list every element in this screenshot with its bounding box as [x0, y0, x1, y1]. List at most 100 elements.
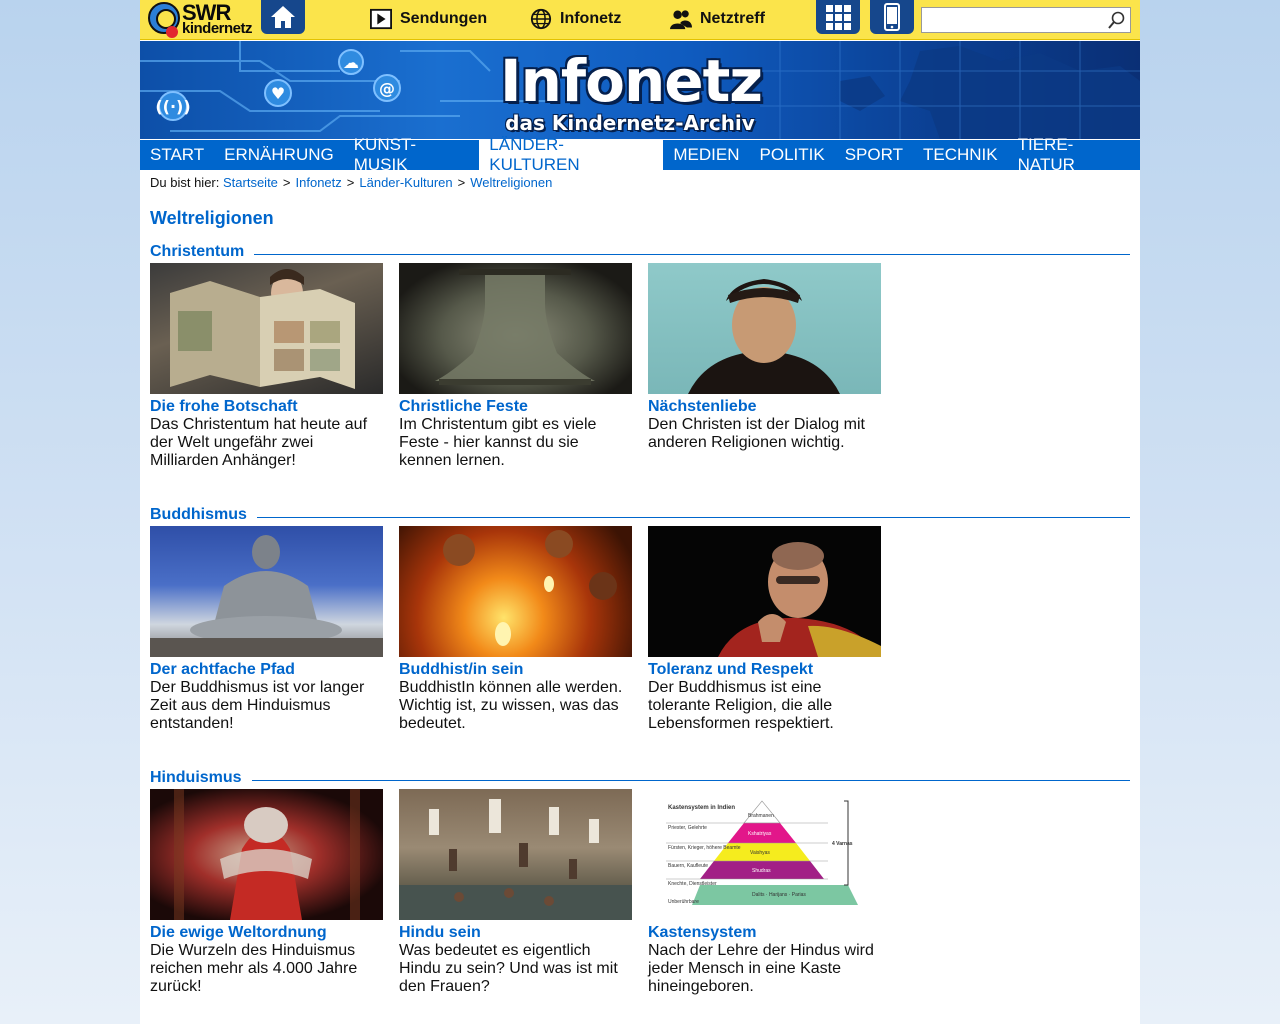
- category-politik[interactable]: POLITIK: [750, 140, 835, 170]
- category-tiere-natur[interactable]: TIERE-NATUR: [1008, 135, 1140, 174]
- card-title[interactable]: Toleranz und Respekt: [648, 661, 881, 679]
- nav-infonetz[interactable]: Infonetz: [530, 6, 621, 32]
- breadcrumb-startseite[interactable]: Startseite: [223, 175, 278, 190]
- card-buddhist-in-sein[interactable]: Buddhist/in sein BuddhistIn können alle …: [399, 526, 632, 733]
- caste-left-label: Bauern, Kaufleute: [668, 863, 709, 869]
- card-toleranz-und-respekt[interactable]: Toleranz und Respekt Der Buddhismus ist …: [648, 526, 881, 733]
- card-description: Im Christentum gibt es viele Feste - hie…: [399, 416, 597, 469]
- card-description: Nach der Lehre der Hindus wird jeder Men…: [648, 942, 874, 995]
- section-header: Christentum: [150, 243, 1130, 263]
- apps-grid-button[interactable]: [816, 0, 860, 34]
- section-title: Christentum: [150, 243, 255, 261]
- caste-left-label: Fürsten, Krieger, höhere Beamte: [668, 845, 741, 851]
- section-title: Buddhismus: [150, 506, 257, 524]
- category-medien[interactable]: MEDIEN: [663, 140, 749, 170]
- card-christliche-feste[interactable]: Christliche Feste Im Christentum gibt es…: [399, 263, 632, 470]
- thumbnail-hindu-deity[interactable]: [150, 789, 383, 920]
- thumbnail-bell[interactable]: [399, 263, 632, 394]
- card-row: Die ewige Weltordnung Die Wurzeln des Hi…: [150, 789, 897, 996]
- thumbnail-ganges-bathers[interactable]: [399, 789, 632, 920]
- mobile-button[interactable]: [870, 0, 914, 34]
- card-die-ewige-weltordnung[interactable]: Die ewige Weltordnung Die Wurzeln des Hi…: [150, 789, 383, 996]
- smartphone-icon: [884, 3, 900, 31]
- swr-kindernetz-logo[interactable]: SWR kindernetz: [146, 0, 254, 40]
- card-description: BuddhistIn können alle werden. Wichtig i…: [399, 679, 623, 732]
- card-title[interactable]: Der achtfache Pfad: [150, 661, 383, 679]
- wireless-icon: ((·)): [155, 91, 191, 121]
- card-title[interactable]: Hindu sein: [399, 924, 632, 942]
- thumbnail-caste-pyramid[interactable]: Kastensystem in Indien Priester, Gelehrt…: [648, 789, 881, 920]
- at-sign-icon: @: [373, 74, 401, 102]
- thumbnail-bible[interactable]: [150, 263, 383, 394]
- banner-title: Infonetz: [500, 47, 763, 115]
- section-divider: [150, 254, 1130, 255]
- card-naechstenliebe[interactable]: Nächstenliebe Den Christen ist der Dialo…: [648, 263, 881, 470]
- section-christentum: Christentum Die frohe Botschaft Das Chri…: [150, 243, 1130, 469]
- thumbnail-buddha-statue[interactable]: [150, 526, 383, 657]
- card-description: Das Christentum hat heute auf der Welt u…: [150, 416, 368, 469]
- section-title: Hinduismus: [150, 769, 252, 787]
- category-laender-kulturen[interactable]: LÄNDER-KULTUREN: [479, 135, 664, 174]
- caste-left-label: Knechte, Dienstleister: [668, 881, 717, 887]
- nav-sendungen-label: Sendungen: [400, 10, 488, 27]
- card-title[interactable]: Die frohe Botschaft: [150, 398, 383, 416]
- card-description: Der Buddhismus ist vor langer Zeit aus d…: [150, 679, 365, 732]
- page-title: Weltreligionen: [150, 208, 274, 228]
- section-header: Hinduismus: [150, 769, 1130, 789]
- card-description: Den Christen ist der Dialog mit anderen …: [648, 416, 865, 451]
- thumbnail-luther-portrait[interactable]: [648, 263, 881, 394]
- card-row: Der achtfache Pfad Der Buddhismus ist vo…: [150, 526, 897, 733]
- home-button[interactable]: [261, 0, 305, 34]
- category-technik[interactable]: TECHNIK: [913, 140, 1008, 170]
- category-sport[interactable]: SPORT: [835, 140, 913, 170]
- breadcrumb-weltreligionen[interactable]: Weltreligionen: [470, 175, 552, 190]
- caste-right-label: Vaishyas: [750, 850, 770, 856]
- breadcrumb-separator: >: [457, 175, 466, 190]
- card-title[interactable]: Christliche Feste: [399, 398, 632, 416]
- thumbnail-monks-candles[interactable]: [399, 526, 632, 657]
- breadcrumb: Du bist hier: Startseite > Infonetz > Länder…: [150, 175, 552, 190]
- people-icon: [670, 8, 692, 30]
- card-title[interactable]: Die ewige Weltordnung: [150, 924, 383, 942]
- banner-subtitle: das Kindernetz-Archiv: [505, 111, 755, 135]
- category-nav: START ERNÄHRUNG KUNST-MUSIK LÄNDER-KULTU…: [140, 135, 1140, 174]
- card-hindu-sein[interactable]: Hindu sein Was bedeutet es eigentlich Hi…: [399, 789, 632, 996]
- section-buddhismus: Buddhismus Der achtfache Pfad Der Buddhi…: [150, 506, 1130, 732]
- category-start[interactable]: START: [140, 140, 214, 170]
- caste-right-label: Dalits · Harijans · Parias: [752, 892, 806, 898]
- globe-icon: [530, 8, 552, 30]
- card-kastensystem[interactable]: Kastensystem in Indien Priester, Gelehrt…: [648, 789, 881, 996]
- breadcrumb-separator: >: [282, 175, 291, 190]
- card-description: Der Buddhismus ist eine tolerante Religi…: [648, 679, 834, 732]
- home-icon: [271, 6, 295, 28]
- logo-kindernetz-text: kindernetz: [182, 20, 253, 37]
- section-divider: [150, 780, 1130, 781]
- caste-right-label: Kshatriyas: [748, 831, 772, 837]
- search-input[interactable]: [922, 8, 1102, 32]
- infonetz-banner: ((·)) ♥ ☁ @ Infonetz das Kindernetz-Arch…: [140, 41, 1140, 139]
- caste-left-label: Priester, Gelehrte: [668, 825, 707, 831]
- category-ernaehrung[interactable]: ERNÄHRUNG: [214, 140, 344, 170]
- nav-sendungen[interactable]: Sendungen: [370, 6, 487, 32]
- breadcrumb-prefix: Du bist hier:: [150, 175, 220, 190]
- card-title[interactable]: Nächstenliebe: [648, 398, 881, 416]
- search-icon[interactable]: [1106, 10, 1126, 30]
- nav-infonetz-label: Infonetz: [560, 10, 622, 27]
- card-row: Die frohe Botschaft Das Christentum hat …: [150, 263, 897, 470]
- card-die-frohe-botschaft[interactable]: Die frohe Botschaft Das Christentum hat …: [150, 263, 383, 470]
- card-title[interactable]: Kastensystem: [648, 924, 881, 942]
- breadcrumb-laender-kulturen[interactable]: Länder-Kulturen: [359, 175, 452, 190]
- category-kunst-musik[interactable]: KUNST-MUSIK: [344, 135, 480, 174]
- caste-right-label: Shudras: [752, 868, 771, 874]
- search-box: [921, 7, 1131, 33]
- thumbnail-dalai-lama[interactable]: [648, 526, 881, 657]
- card-title[interactable]: Buddhist/in sein: [399, 661, 632, 679]
- breadcrumb-infonetz[interactable]: Infonetz: [296, 175, 342, 190]
- caste-left-label: Unberührbare: [668, 899, 699, 905]
- nav-netztreff[interactable]: Netztreff: [670, 6, 765, 32]
- caste-right-label: Brahmanen: [748, 813, 774, 819]
- nav-netztreff-label: Netztreff: [700, 10, 765, 27]
- section-header: Buddhismus: [150, 506, 1130, 526]
- play-icon: [370, 8, 392, 30]
- card-der-achtfache-pfad[interactable]: Der achtfache Pfad Der Buddhismus ist vo…: [150, 526, 383, 733]
